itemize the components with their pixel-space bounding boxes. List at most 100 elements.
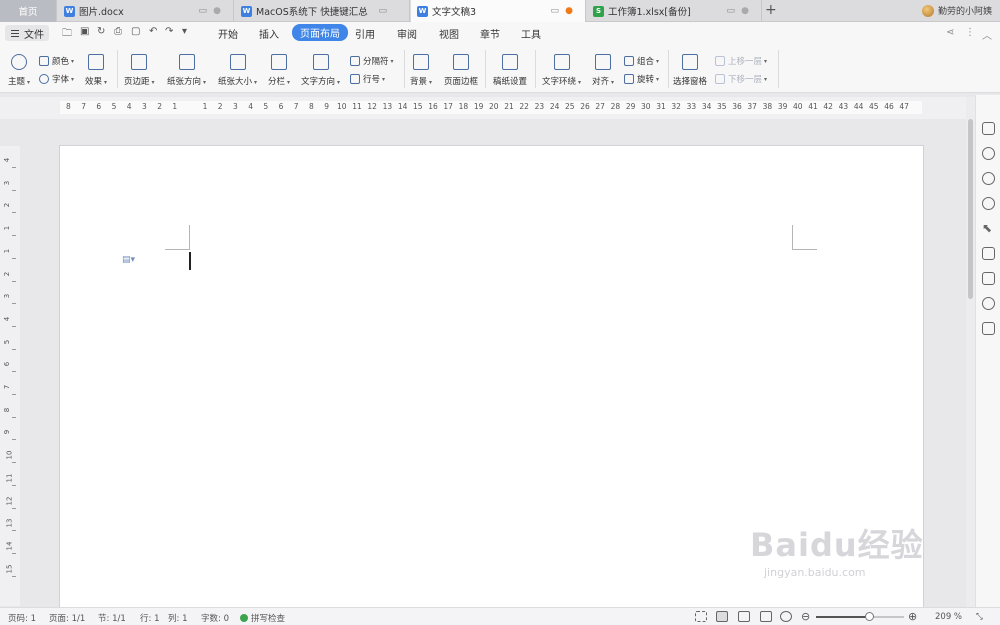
rotate-button[interactable]: 旋转 ▾ bbox=[624, 73, 659, 85]
columns-button[interactable]: 分栏 ▾ bbox=[268, 54, 290, 87]
share-icon[interactable]: ⋖ bbox=[946, 27, 954, 38]
tab-document-2[interactable]: W MacOS系统下 快捷键汇总 ▭ bbox=[235, 0, 410, 22]
print-preview-icon[interactable]: ▢ bbox=[131, 26, 140, 37]
spell-check-icon bbox=[240, 614, 248, 622]
vertical-ruler[interactable]: 4 3 2 1 1 2 3 4 5 6 7 8 9 10 11 12 13 14 15 bbox=[0, 146, 20, 606]
redo-icon[interactable]: ↷ bbox=[165, 26, 173, 37]
tab-insert[interactable]: 插入 bbox=[259, 26, 279, 41]
status-section[interactable]: 节: 1/1 bbox=[98, 612, 126, 624]
ruler-number: 34 bbox=[701, 102, 712, 111]
save-icon[interactable]: ▣ bbox=[80, 26, 89, 37]
selection-pane-button[interactable]: 选择窗格 bbox=[673, 54, 707, 87]
status-word-count[interactable]: 字数: 0 bbox=[201, 612, 229, 624]
fit-window-icon[interactable]: ⤡ bbox=[976, 612, 983, 622]
color-button[interactable]: 颜色 ▾ bbox=[39, 55, 74, 67]
breaks-button[interactable]: 分隔符 ▾ bbox=[350, 55, 394, 67]
effect-button[interactable]: 效果 ▾ bbox=[85, 54, 107, 87]
tab-page-layout[interactable]: 页面布局 bbox=[292, 24, 348, 41]
ruler-tick bbox=[12, 552, 16, 554]
cursor-select-icon[interactable]: ⬉ bbox=[982, 222, 995, 235]
zoom-slider-fill bbox=[816, 616, 869, 618]
zoom-slider[interactable] bbox=[816, 612, 904, 621]
open-folder-icon[interactable]: 🗀 bbox=[62, 26, 72, 43]
zoom-in-icon[interactable]: ⊕ bbox=[908, 610, 917, 623]
more-options-icon[interactable]: ⋮ bbox=[965, 27, 975, 38]
collapse-ribbon-icon[interactable]: ︿ bbox=[982, 27, 992, 42]
tab-view[interactable]: 视图 bbox=[439, 26, 459, 41]
lock-icon[interactable] bbox=[982, 247, 995, 260]
file-menu-button[interactable]: 文件 bbox=[5, 25, 49, 41]
tab-home[interactable]: 首页 bbox=[0, 0, 57, 22]
background-button[interactable]: 背景 ▾ bbox=[410, 54, 432, 87]
zoom-out-icon[interactable]: ⊖ bbox=[801, 610, 810, 623]
group-button[interactable]: 组合 ▾ bbox=[624, 55, 659, 67]
new-tab-button[interactable]: + bbox=[765, 2, 777, 18]
zoom-level[interactable]: 209 % bbox=[935, 612, 962, 622]
tab-document-1[interactable]: W 图片.docx ▭ ● bbox=[58, 0, 234, 22]
tab-chapter[interactable]: 章节 bbox=[480, 26, 500, 41]
manuscript-button[interactable]: 稿纸设置 bbox=[493, 54, 527, 87]
ruler-tick bbox=[12, 530, 16, 532]
ruler-tick bbox=[12, 462, 16, 464]
web-view-icon[interactable] bbox=[760, 611, 772, 622]
history-icon[interactable] bbox=[982, 297, 995, 310]
user-account[interactable]: 勤劳的小阿姨 bbox=[921, 4, 992, 17]
page-size-button[interactable]: 纸张大小 ▾ bbox=[218, 54, 257, 87]
ribbon-separator bbox=[117, 50, 118, 88]
ruler-number: 3 bbox=[142, 102, 147, 111]
image-icon[interactable] bbox=[982, 322, 995, 335]
scrollbar-thumb[interactable] bbox=[968, 119, 973, 299]
page-border-button[interactable]: 页面边框 bbox=[444, 54, 478, 87]
export-icon[interactable]: ↻ bbox=[97, 26, 105, 37]
edit-pen-icon[interactable] bbox=[982, 122, 995, 135]
align-button[interactable]: 对齐 ▾ bbox=[592, 54, 614, 87]
modified-dot-icon[interactable]: ● bbox=[565, 6, 573, 16]
tab-start[interactable]: 开始 bbox=[218, 26, 238, 41]
tab-review[interactable]: 审阅 bbox=[397, 26, 417, 41]
eye-protection-icon[interactable] bbox=[780, 611, 792, 622]
text-direction-icon bbox=[312, 54, 329, 70]
undo-icon[interactable]: ↶ bbox=[149, 26, 157, 37]
vertical-scrollbar[interactable] bbox=[966, 97, 975, 607]
more-dropdown-icon[interactable]: ▾ bbox=[182, 26, 187, 37]
style-icon[interactable] bbox=[982, 172, 995, 185]
close-dot-icon[interactable]: ● bbox=[741, 6, 749, 16]
spell-check-button[interactable]: 拼写检查 bbox=[240, 612, 285, 624]
theme-button[interactable]: 主题 ▾ bbox=[8, 54, 30, 87]
status-col[interactable]: 列: 1 bbox=[168, 612, 187, 624]
settings-sliders-icon[interactable] bbox=[982, 272, 995, 285]
zoom-slider-knob[interactable] bbox=[864, 612, 874, 621]
fullscreen-icon[interactable] bbox=[695, 611, 707, 622]
margins-label: 页边距 bbox=[124, 77, 150, 87]
bring-forward-button[interactable]: 上移一层 ▾ bbox=[715, 55, 767, 67]
navigation-icon[interactable] bbox=[982, 197, 995, 210]
margins-button[interactable]: 页边距 ▾ bbox=[124, 54, 155, 87]
send-backward-button[interactable]: 下移一层 ▾ bbox=[715, 73, 767, 85]
tab-document-3[interactable]: W 文字文稿3 ▭ ● bbox=[411, 0, 586, 22]
tab-workbook[interactable]: S 工作簿1.xlsx[备份] ▭ ● bbox=[587, 0, 762, 22]
ruler-number: 29 bbox=[625, 102, 636, 111]
ruler-number: 33 bbox=[686, 102, 697, 111]
text-wrap-label: 文字环绕 bbox=[542, 77, 577, 87]
line-numbers-button[interactable]: 行号 ▾ bbox=[350, 73, 385, 85]
status-row[interactable]: 行: 1 bbox=[140, 612, 159, 624]
print-icon[interactable]: ⎙ bbox=[114, 26, 122, 37]
text-direction-button[interactable]: 文字方向 ▾ bbox=[301, 54, 340, 87]
page-view-icon[interactable] bbox=[716, 611, 728, 622]
status-page[interactable]: 页面: 1/1 bbox=[49, 612, 85, 624]
tab-references[interactable]: 引用 bbox=[355, 26, 375, 41]
status-page-code[interactable]: 页码: 1 bbox=[8, 612, 36, 624]
text-wrap-button[interactable]: 文字环绕 ▾ bbox=[542, 54, 581, 87]
ruler-number: 20 bbox=[489, 102, 499, 111]
shapes-icon[interactable] bbox=[982, 147, 995, 160]
paste-options-icon[interactable]: ▤▾ bbox=[122, 255, 135, 265]
hamburger-icon bbox=[11, 28, 19, 39]
color-grid-icon bbox=[39, 56, 49, 66]
outline-view-icon[interactable] bbox=[738, 611, 750, 622]
close-dot-icon[interactable]: ● bbox=[213, 6, 221, 16]
tab-tools[interactable]: 工具 bbox=[521, 26, 541, 41]
orientation-button[interactable]: 纸张方向 ▾ bbox=[167, 54, 206, 87]
font-button[interactable]: 字体 ▾ bbox=[39, 73, 74, 85]
line-numbers-icon bbox=[350, 74, 360, 84]
horizontal-ruler[interactable]: 8 7 6 5 4 3 2 1 1 2 3 4 5 6 7 8 9 10 11 12 13 14 15 16 17 18 19 20 2… bbox=[0, 97, 966, 119]
